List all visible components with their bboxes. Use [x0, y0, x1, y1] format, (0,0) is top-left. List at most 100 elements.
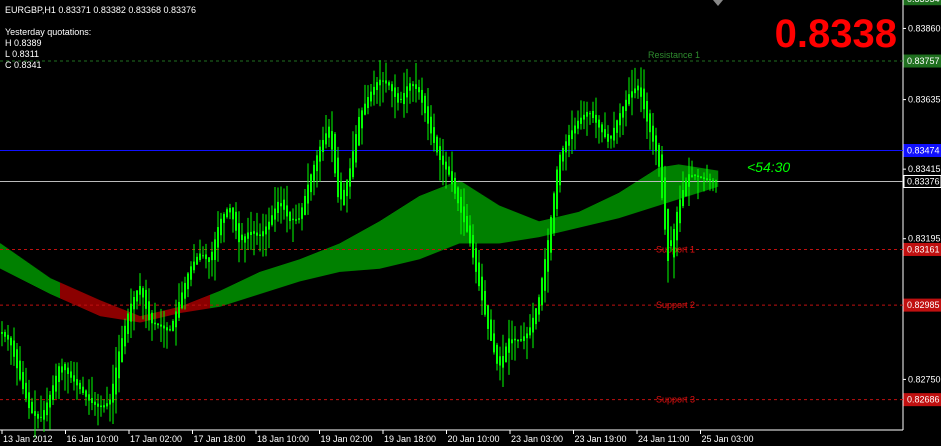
- candle-body: [313, 164, 315, 181]
- candle-body: [169, 329, 171, 331]
- candle-body: [274, 208, 276, 220]
- candle-body: [427, 106, 429, 124]
- candle-body: [619, 113, 621, 126]
- candle-body: [226, 209, 228, 218]
- candle-body: [172, 320, 174, 332]
- candle-body: [208, 257, 210, 263]
- candle-body: [466, 215, 468, 232]
- candle-body: [499, 356, 501, 366]
- candle-body: [709, 179, 711, 181]
- candle-body: [589, 113, 591, 115]
- candle-body: [673, 228, 675, 258]
- candle-body: [379, 79, 381, 86]
- candle-body: [205, 254, 207, 260]
- candle-body: [664, 177, 666, 230]
- current-price-display: 0.8338: [774, 12, 897, 56]
- candle-body: [214, 239, 216, 260]
- y-tick-label: 0.83415: [908, 164, 941, 174]
- candle-body: [298, 218, 300, 220]
- candle-body: [667, 208, 669, 261]
- candle-body: [64, 363, 66, 371]
- candle-body: [340, 181, 342, 200]
- candle-body: [535, 308, 537, 325]
- candle-body: [553, 193, 555, 233]
- candle-body: [478, 262, 480, 287]
- x-tick-label: 24 Jan 11:00: [638, 434, 689, 444]
- candle-body: [496, 344, 498, 364]
- candle-body: [631, 91, 633, 98]
- candle-body: [49, 394, 51, 408]
- candle-body: [649, 113, 651, 133]
- candle-body: [319, 146, 321, 162]
- candle-body: [115, 367, 117, 395]
- price-label-3: 0.83474: [907, 146, 940, 156]
- candle-body: [349, 168, 351, 187]
- candle-body: [637, 85, 639, 91]
- candle-body: [94, 401, 96, 405]
- candle-body: [454, 177, 456, 194]
- candle-body: [106, 403, 108, 407]
- candle-body: [181, 292, 183, 309]
- candle-body: [538, 297, 540, 315]
- candle-body: [481, 276, 483, 301]
- candle-body: [310, 174, 312, 193]
- candle-body: [568, 135, 570, 146]
- candle-body: [10, 337, 12, 346]
- candle-body: [166, 327, 168, 331]
- bar-countdown: <54:30: [747, 159, 791, 175]
- candle-body: [352, 151, 354, 178]
- candle-body: [322, 139, 324, 153]
- price-label-2: 0.83757: [907, 56, 940, 66]
- candle-body: [544, 259, 546, 291]
- candle-body: [607, 133, 609, 142]
- candle-body: [22, 372, 24, 390]
- candle-body: [328, 126, 330, 138]
- candle-body: [643, 88, 645, 110]
- price-chart[interactable]: Resistance 2Resistance 1Support 1Support…: [0, 0, 941, 446]
- candle-body: [616, 120, 618, 133]
- candle-body: [574, 125, 576, 134]
- candle-body: [262, 231, 264, 237]
- candle-body: [316, 155, 318, 172]
- candle-body: [199, 253, 201, 260]
- candle-body: [418, 87, 420, 93]
- candle-body: [304, 195, 306, 215]
- x-tick-label: 13 Jan 2012: [3, 434, 53, 444]
- candle-body: [202, 255, 204, 257]
- price-label-4: 0.83376: [907, 176, 940, 186]
- candle-body: [457, 187, 459, 204]
- x-tick-label: 19 Jan 18:00: [384, 434, 436, 444]
- candle-body: [136, 290, 138, 302]
- candle-body: [580, 117, 582, 124]
- candle-body: [421, 89, 423, 103]
- candle-body: [61, 366, 63, 373]
- candle-body: [445, 161, 447, 170]
- candle-body: [517, 339, 519, 342]
- candle-body: [703, 177, 705, 179]
- candle-body: [55, 375, 57, 392]
- candle-body: [91, 398, 93, 403]
- candle-body: [118, 351, 120, 379]
- candle-body: [124, 325, 126, 347]
- candle-body: [541, 278, 543, 306]
- candle-body: [184, 282, 186, 299]
- candle-body: [502, 356, 504, 368]
- candle-body: [229, 207, 231, 213]
- candle-body: [415, 84, 417, 89]
- candle-body: [295, 219, 297, 221]
- candle-body: [430, 116, 432, 134]
- candle-body: [232, 207, 234, 220]
- candle-body: [640, 87, 642, 97]
- symbol-quote-line: EURGBP,H1 0.83371 0.83382 0.83368 0.8337…: [5, 5, 196, 15]
- candle-body: [46, 402, 48, 416]
- candle-body: [163, 325, 165, 329]
- candle-body: [361, 110, 363, 129]
- price-label-6: 0.82985: [907, 300, 940, 310]
- candle-body: [1, 331, 3, 334]
- candle-body: [43, 410, 45, 420]
- candle-body: [646, 100, 648, 122]
- candle-body: [76, 379, 78, 386]
- candle-body: [487, 305, 489, 329]
- candle-body: [400, 98, 402, 100]
- candle-body: [34, 411, 36, 416]
